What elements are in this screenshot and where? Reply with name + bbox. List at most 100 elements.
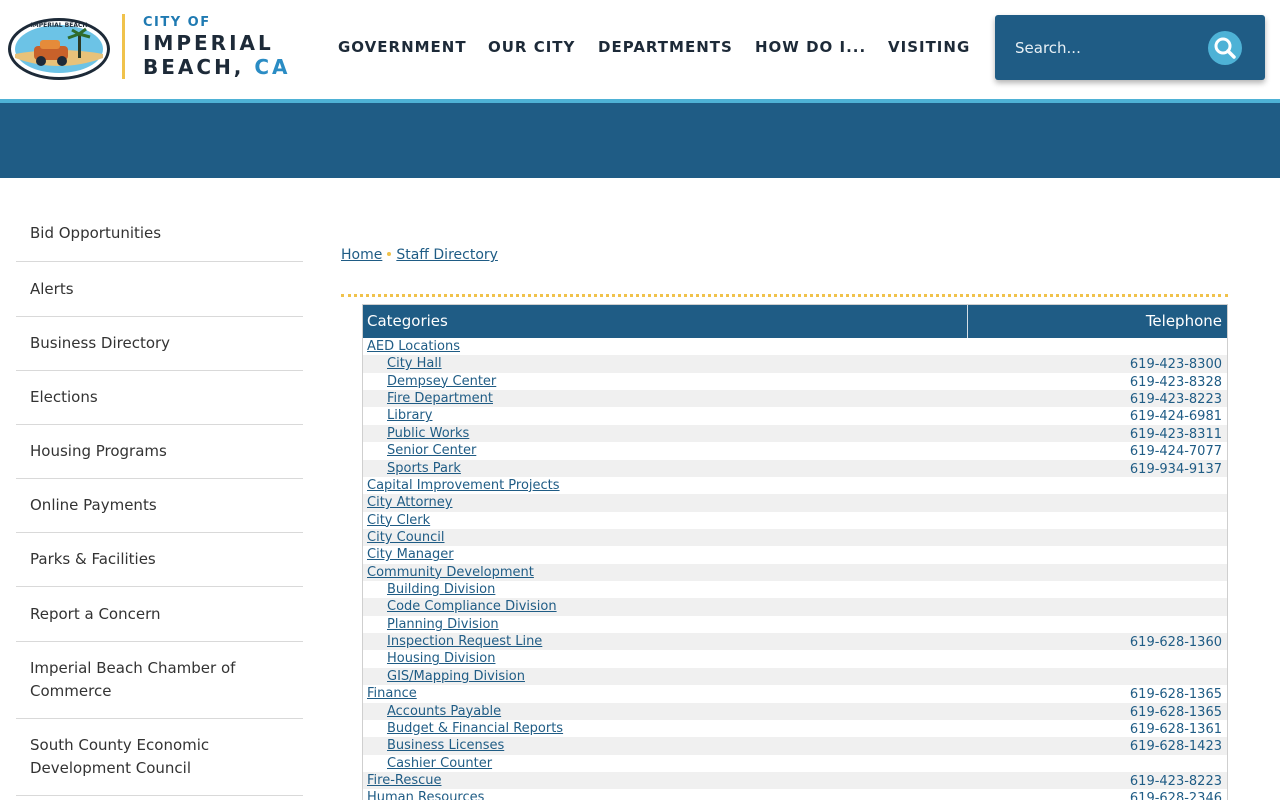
directory-entry-link[interactable]: Budget & Financial Reports (387, 720, 563, 737)
directory-entry-phone: 619-628-1365 (1129, 704, 1222, 720)
city-seal-logo[interactable]: IMPERIAL BEACH (6, 16, 112, 82)
sidebar-item-alerts[interactable]: Alerts (16, 262, 303, 317)
brand-line1: IMPERIAL (143, 31, 274, 55)
directory-entry-link[interactable]: Inspection Request Line (387, 633, 542, 650)
brand-city-of: CITY OF (143, 15, 211, 30)
sidebar-item-elections[interactable]: Elections (16, 371, 303, 425)
table-row: Code Compliance Division (363, 598, 1227, 616)
directory-entry-link[interactable]: Accounts Payable (387, 703, 501, 720)
breadcrumb-separator (387, 251, 392, 256)
directory-entry-phone: 619-423-8300 (1129, 357, 1222, 373)
breadcrumb: Home Staff Directory (341, 247, 498, 263)
search-box (995, 15, 1265, 80)
table-row: Housing Division (363, 650, 1227, 667)
directory-entry-link[interactable]: Planning Division (387, 616, 499, 633)
directory-entry-link[interactable]: Code Compliance Division (387, 598, 557, 615)
staff-directory-table: Categories Telephone AED Locations City H… (362, 304, 1228, 800)
table-row: Capital Improvement Projects (363, 477, 1227, 494)
table-row: AED Locations (363, 338, 1227, 355)
directory-entry-phone: 619-628-1360 (1129, 635, 1222, 651)
search-icon (1214, 37, 1236, 59)
table-body: AED Locations City Hall 619-423-8300 Dempse… (363, 338, 1227, 800)
table-row: Finance 619-628-1365 (363, 685, 1227, 702)
city-brand[interactable]: CITY OF IMPERIAL BEACH, CA (143, 15, 291, 79)
breadcrumb-staff-directory[interactable]: Staff Directory (396, 247, 498, 263)
directory-entry-link[interactable]: GIS/Mapping Division (387, 668, 525, 685)
directory-entry-phone: 619-423-8223 (1129, 392, 1222, 408)
directory-entry-link[interactable]: Business Licenses (387, 737, 504, 754)
table-row: Human Resources 619-628-2346 (363, 789, 1227, 800)
header-telephone: Telephone (1145, 312, 1222, 330)
directory-entry-link[interactable]: City Attorney (367, 494, 452, 511)
directory-entry-link[interactable]: Fire Department (387, 390, 493, 407)
table-row: Dempsey Center 619-423-8328 (363, 373, 1227, 390)
table-row: Community Development (363, 563, 1227, 582)
logo-divider (122, 14, 125, 79)
directory-entry-link[interactable]: Finance (367, 685, 417, 702)
directory-entry-link[interactable]: Fire-Rescue (367, 772, 442, 789)
sidebar-item-report-a-concern[interactable]: Report a Concern (16, 587, 303, 642)
nav-our-city[interactable]: OUR CITY (488, 38, 575, 56)
sidebar-item-chamber-of-commerce[interactable]: Imperial Beach Chamber of Commerce (16, 642, 303, 719)
table-row: City Council (363, 528, 1227, 547)
sidebar-item-bid-opportunities[interactable]: Bid Opportunities (16, 206, 303, 262)
directory-entry-phone: 619-628-1361 (1129, 721, 1222, 737)
sidebar-item-business-directory[interactable]: Business Directory (16, 317, 303, 371)
logo-text: IMPERIAL BEACH (31, 22, 88, 29)
nav-visiting[interactable]: VISITING (888, 38, 970, 56)
header-categories: Categories (363, 305, 968, 338)
directory-entry-link[interactable]: Dempsey Center (387, 373, 496, 390)
directory-entry-link[interactable]: City Clerk (367, 512, 430, 529)
table-row: City Hall 619-423-8300 (363, 355, 1227, 373)
directory-entry-link[interactable]: Library (387, 407, 432, 424)
brand-line2-beach: BEACH, (143, 55, 245, 79)
table-row: GIS/Mapping Division (363, 667, 1227, 686)
directory-entry-link[interactable]: Sports Park (387, 460, 461, 477)
nav-departments[interactable]: DEPARTMENTS (598, 38, 733, 56)
breadcrumb-home[interactable]: Home (341, 247, 382, 263)
directory-entry-link[interactable]: Human Resources (367, 789, 484, 800)
nav-government[interactable]: GOVERNMENT (338, 38, 467, 56)
directory-entry-phone: 619-423-8328 (1129, 374, 1222, 390)
nav-how-do-i[interactable]: HOW DO I... (755, 38, 866, 56)
page-banner (0, 103, 1280, 178)
table-row: City Clerk (363, 512, 1227, 529)
sidebar-item-online-payments[interactable]: Online Payments (16, 479, 303, 533)
table-row: Senior Center 619-424-7077 (363, 442, 1227, 459)
directory-entry-link[interactable]: City Manager (367, 546, 454, 563)
table-row: Fire Department 619-423-8223 (363, 390, 1227, 408)
table-row: Accounts Payable 619-628-1365 (363, 702, 1227, 720)
table-row: Inspection Request Line 619-628-1360 (363, 633, 1227, 651)
search-input[interactable] (1015, 37, 1195, 59)
directory-entry-phone: 619-628-2346 (1129, 791, 1222, 800)
table-header: Categories Telephone (363, 305, 1227, 338)
search-button[interactable] (1208, 31, 1242, 65)
sidebar-item-parks-facilities[interactable]: Parks & Facilities (16, 533, 303, 587)
table-row: Planning Division (363, 616, 1227, 633)
directory-entry-link[interactable]: Senior Center (387, 442, 476, 459)
directory-entry-link[interactable]: Capital Improvement Projects (367, 477, 560, 494)
table-row: Public Works 619-423-8311 (363, 424, 1227, 443)
directory-entry-phone: 619-934-9137 (1129, 461, 1222, 477)
sidebar-item-economic-development[interactable]: South County Economic Development Counci… (16, 719, 303, 796)
table-row: Sports Park 619-934-9137 (363, 459, 1227, 477)
directory-entry-link[interactable]: Community Development (367, 564, 534, 581)
table-row: Building Division (363, 581, 1227, 598)
sidebar-item-housing-programs[interactable]: Housing Programs (16, 425, 303, 479)
table-row: City Manager (363, 546, 1227, 563)
brand-line2-ca: CA (254, 55, 291, 79)
directory-entry-link[interactable]: Building Division (387, 581, 495, 598)
directory-entry-link[interactable]: City Hall (387, 355, 442, 372)
table-row: Business Licenses 619-628-1423 (363, 737, 1227, 755)
directory-entry-link[interactable]: Housing Division (387, 650, 495, 667)
directory-entry-link[interactable]: AED Locations (367, 338, 460, 355)
directory-entry-link[interactable]: Cashier Counter (387, 755, 492, 772)
directory-entry-link[interactable]: City Council (367, 529, 445, 546)
brand-line2: BEACH, CA (143, 55, 291, 79)
site-header: IMPERIAL BEACH CITY OF IMPERIAL BEACH, C… (0, 0, 1280, 99)
table-row: Budget & Financial Reports 619-628-1361 (363, 720, 1227, 737)
sidebar-nav: Bid Opportunities Alerts Business Direct… (16, 206, 303, 796)
directory-entry-link[interactable]: Public Works (387, 425, 469, 442)
directory-entry-phone: 619-423-8311 (1129, 426, 1222, 442)
table-row: Fire-Rescue 619-423-8223 (363, 771, 1227, 790)
